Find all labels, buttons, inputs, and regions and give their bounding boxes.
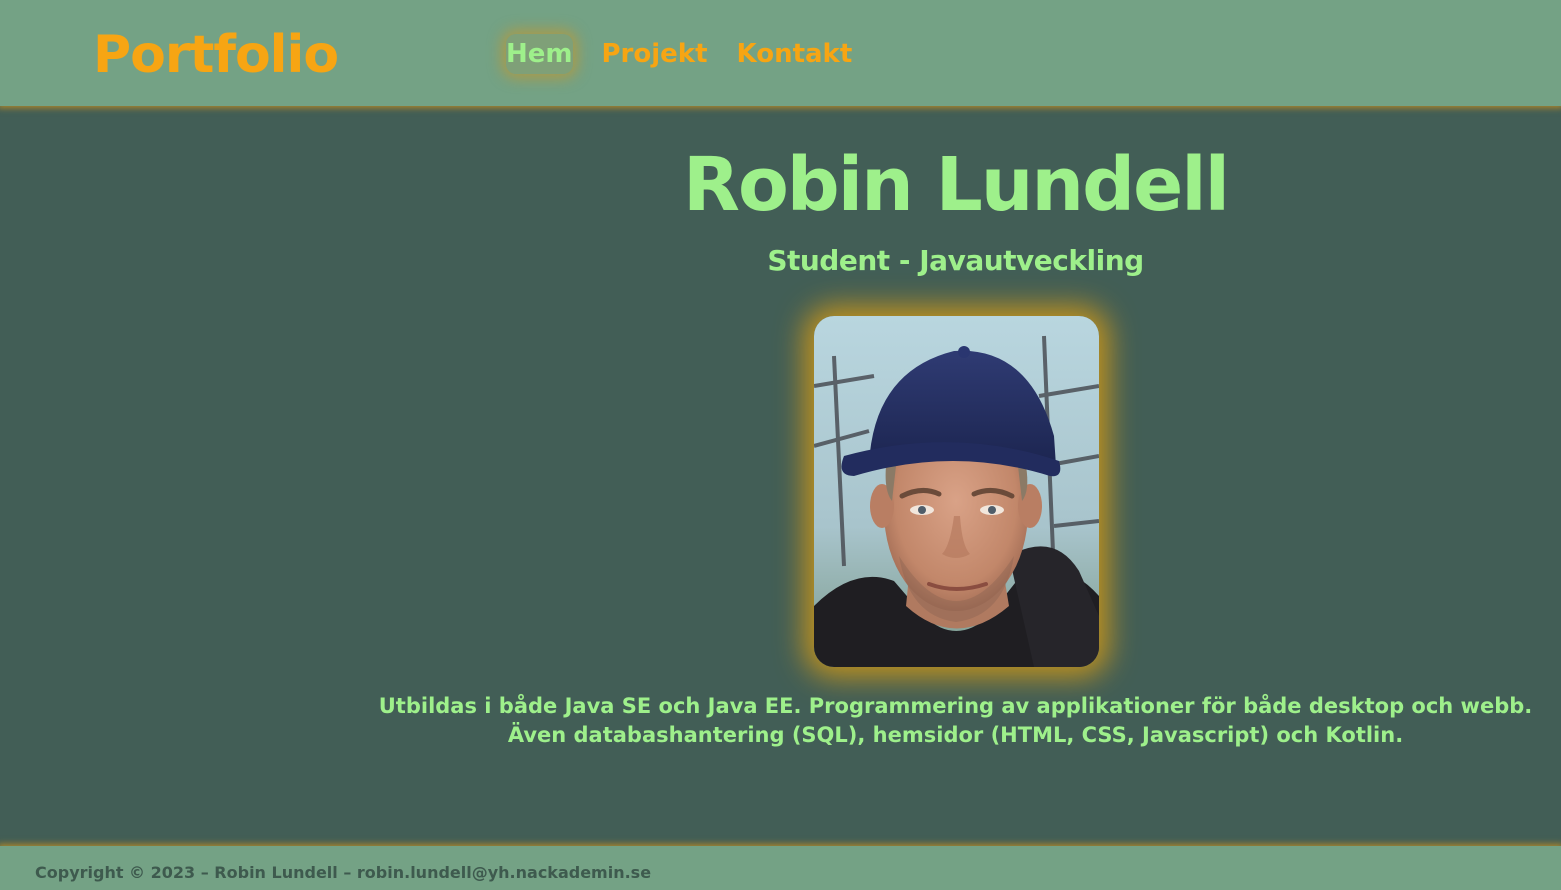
profile-photo [814,316,1099,667]
profile-bio: Utbildas i både Java SE och Java EE. Pro… [350,692,1561,750]
site-logo[interactable]: Portfolio [93,22,339,88]
profile-role: Student - Javautveckling [767,244,1144,277]
profile-photo-image [814,316,1099,667]
main-content: Robin Lundell Student - Javautveckling U… [0,106,1561,846]
main-nav: Hem Projekt Kontakt [506,34,881,74]
profile-name: Robin Lundell [682,142,1230,228]
site-footer: Copyright © 2023 – Robin Lundell – robin… [0,846,1561,890]
nav-link-projekt[interactable]: Projekt [602,34,708,74]
nav-link-hem[interactable]: Hem [506,34,573,74]
site-header: Portfolio Hem Projekt Kontakt [0,0,1561,106]
nav-link-kontakt[interactable]: Kontakt [737,34,853,74]
bio-line: Även databashantering (SQL), hemsidor (H… [507,723,1404,747]
copyright-text: Copyright © 2023 – Robin Lundell – robin… [35,863,652,882]
bio-line: Utbildas i både Java SE och Java EE. Pro… [378,694,1533,718]
